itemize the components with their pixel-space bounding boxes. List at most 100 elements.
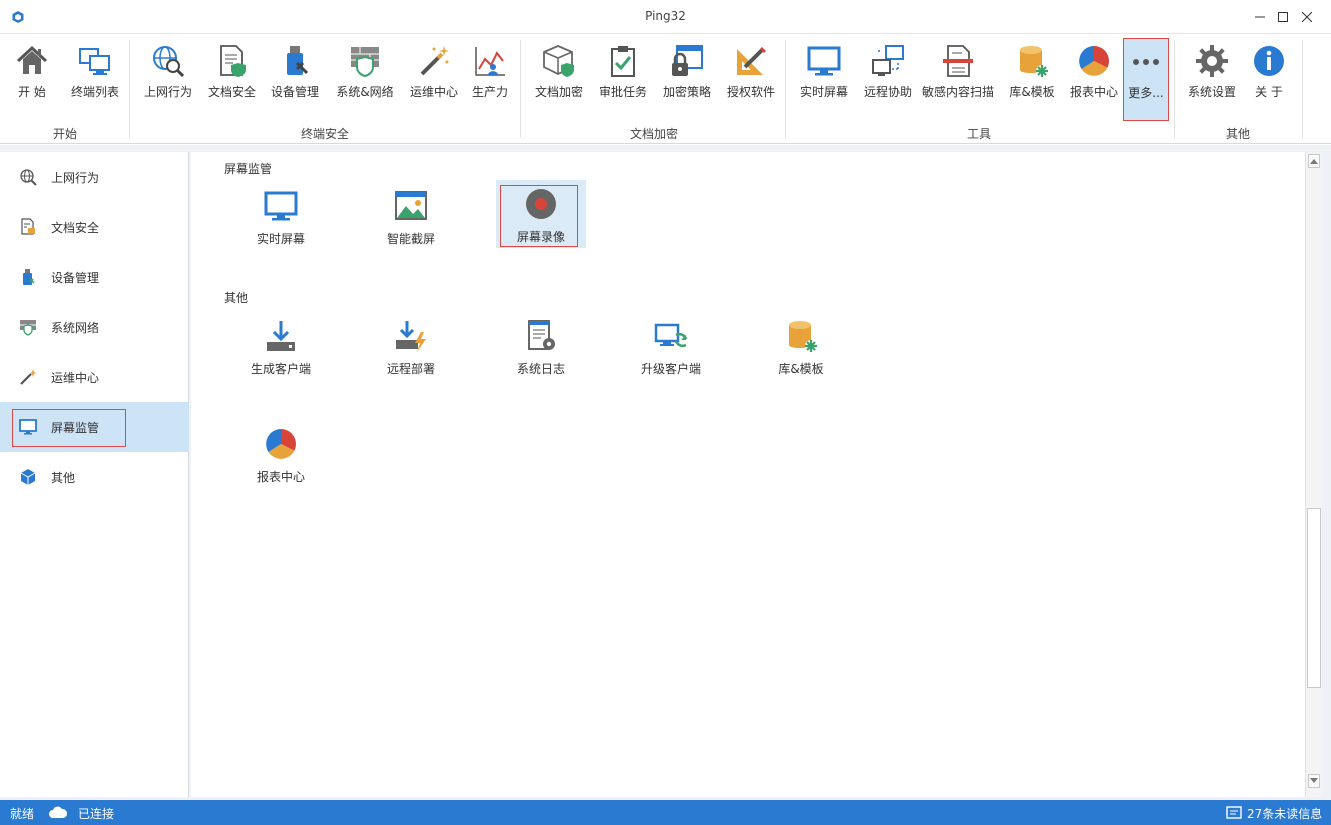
scroll-up-button[interactable] xyxy=(1308,154,1320,168)
globe-search-icon xyxy=(20,169,37,186)
pie-chart-icon xyxy=(266,429,296,459)
ribbon-group-label-doc-encrypt: 文档加密 xyxy=(629,127,678,141)
sidebar-item-screen-monitor[interactable]: 屏幕监管 xyxy=(0,402,189,452)
monitor-icon xyxy=(807,46,841,76)
ribbon-more-button[interactable]: 更多... xyxy=(1123,38,1169,121)
deploy-bolt-icon xyxy=(396,321,426,352)
sidebar-item-system-network[interactable]: 系统网络 xyxy=(0,302,189,352)
ribbon-sensitive-scan-button[interactable]: 敏感内容扫描 xyxy=(918,38,998,122)
tile-report-center[interactable]: 报表中心 xyxy=(236,420,326,490)
ribbon-system-settings-label: 系统设置 xyxy=(1187,85,1236,99)
ribbon-system-settings-button[interactable]: 系统设置 xyxy=(1184,38,1240,122)
tile-generate-client[interactable]: 生成客户端 xyxy=(236,312,326,382)
section-title-other: 其他 xyxy=(224,291,249,305)
sidebar-item-web-behavior[interactable]: 上网行为 xyxy=(0,152,189,202)
sidebar-item-ops-center[interactable]: 运维中心 xyxy=(0,352,189,402)
ribbon-home-label: 开 始 xyxy=(18,85,46,99)
gear-icon xyxy=(1196,45,1228,77)
section-title-screen-monitor: 屏幕监管 xyxy=(224,162,273,176)
productivity-chart-icon xyxy=(475,47,505,76)
sidebar-item-device-mgmt[interactable]: 设备管理 xyxy=(0,252,189,302)
ribbon-web-behavior-button[interactable]: 上网行为 xyxy=(140,38,196,122)
ribbon-remote-assist-button[interactable]: 远程协助 xyxy=(860,38,916,122)
sidebar: 上网行为 文档安全 设备管理 系统网络 运维中心 屏幕监管 其他 xyxy=(0,152,189,797)
monitor-icon xyxy=(264,191,298,221)
tile-library-template[interactable]: 库&模板 xyxy=(756,312,846,382)
tile-realtime-screen[interactable]: 实时屏幕 xyxy=(236,182,326,252)
scroll-down-button[interactable] xyxy=(1308,774,1320,788)
document-shield-icon xyxy=(220,45,246,77)
terminal-list-icon xyxy=(79,48,110,75)
ribbon-productivity-label: 生产力 xyxy=(471,85,508,99)
ribbon-encrypt-policy-label: 加密策略 xyxy=(662,85,711,99)
scroll-thumb[interactable] xyxy=(1307,508,1321,688)
more-dots-icon xyxy=(1133,59,1159,65)
ribbon-doc-encrypt-button[interactable]: 文档加密 xyxy=(531,38,587,122)
ribbon-system-network-button[interactable]: 系统&网络 xyxy=(332,38,398,122)
ribbon-home-button[interactable]: 开 始 xyxy=(8,38,56,122)
vertical-scrollbar[interactable] xyxy=(1305,152,1322,797)
clipboard-check-icon xyxy=(611,46,635,77)
status-connection: 已连接 xyxy=(78,807,115,821)
tile-label: 升级客户端 xyxy=(640,362,701,376)
ribbon-approval-task-button[interactable]: 审批任务 xyxy=(595,38,651,122)
tile-screen-recording[interactable]: 屏幕录像 xyxy=(496,180,586,248)
ribbon-encrypt-policy-button[interactable]: 加密策略 xyxy=(659,38,715,122)
ribbon-group-separator xyxy=(1174,40,1175,138)
usb-device-icon xyxy=(287,46,309,75)
ribbon-about-button[interactable]: 关 于 xyxy=(1244,38,1294,122)
status-bar: 就绪 已连接 27条未读信息 xyxy=(0,800,1331,825)
ribbon-ops-center-button[interactable]: 运维中心 xyxy=(406,38,462,122)
ribbon-group-separator xyxy=(1302,40,1303,138)
ribbon-authorized-software-label: 授权软件 xyxy=(726,85,775,99)
status-unread-messages[interactable]: 27条未读信息 xyxy=(1247,805,1322,822)
remote-assist-icon xyxy=(872,45,904,76)
ribbon-group-label-other: 其他 xyxy=(1225,127,1250,141)
sidebar-item-label: 运维中心 xyxy=(51,370,100,385)
ribbon-group-separator xyxy=(785,40,786,138)
ruler-pencil-icon xyxy=(737,47,766,75)
tile-label: 远程部署 xyxy=(386,362,435,376)
tile-remote-deploy[interactable]: 远程部署 xyxy=(366,312,456,382)
ribbon-library-template-button[interactable]: 库&模板 xyxy=(1004,38,1060,122)
caret-down-icon xyxy=(1310,778,1318,783)
ribbon-remote-assist-label: 远程协助 xyxy=(863,85,912,99)
cube-icon xyxy=(20,469,36,485)
message-icon[interactable] xyxy=(1226,806,1242,819)
firewall-icon xyxy=(20,320,36,336)
globe-search-icon xyxy=(153,46,185,78)
title-bar: Ping32 xyxy=(0,0,1331,34)
database-gear-icon xyxy=(1020,46,1048,77)
home-icon xyxy=(16,45,48,74)
ribbon-authorized-software-button[interactable]: 授权软件 xyxy=(723,38,779,122)
sidebar-item-other[interactable]: 其他 xyxy=(0,452,189,502)
window-title: Ping32 xyxy=(645,9,686,23)
document-scan-icon xyxy=(943,45,973,77)
caret-up-icon xyxy=(1310,159,1318,164)
ribbon-terminal-list-button[interactable]: 终端列表 xyxy=(66,38,124,122)
magic-wand-icon xyxy=(20,369,36,385)
sidebar-item-label: 文档安全 xyxy=(51,220,100,235)
main-content: 屏幕监管 实时屏幕 智能截屏 屏幕录像 其他 生成客户端 远程部署 系统日志 升… xyxy=(191,152,1305,797)
ribbon-doc-security-button[interactable]: 文档安全 xyxy=(204,38,260,122)
tile-label: 实时屏幕 xyxy=(256,232,305,246)
sidebar-item-doc-security[interactable]: 文档安全 xyxy=(0,202,189,252)
close-button[interactable] xyxy=(1284,0,1330,34)
tile-label: 智能截屏 xyxy=(386,232,435,246)
ribbon-ops-center-label: 运维中心 xyxy=(409,85,458,99)
ribbon-report-center-button[interactable]: 报表中心 xyxy=(1066,38,1122,122)
tile-upgrade-client[interactable]: 升级客户端 xyxy=(626,312,716,382)
ribbon-doc-security-label: 文档安全 xyxy=(207,85,256,99)
ribbon-productivity-button[interactable]: 生产力 xyxy=(468,38,512,122)
tile-smart-screenshot[interactable]: 智能截屏 xyxy=(366,182,456,252)
log-gear-icon xyxy=(528,320,555,350)
lock-window-icon xyxy=(672,45,703,76)
ribbon-doc-encrypt-label: 文档加密 xyxy=(534,85,583,99)
ribbon-device-mgmt-button[interactable]: 设备管理 xyxy=(266,38,324,122)
ribbon-group-label-start: 开始 xyxy=(52,127,77,141)
ribbon-realtime-screen-button[interactable]: 实时屏幕 xyxy=(796,38,852,122)
download-tray-icon xyxy=(267,321,295,351)
tile-system-log[interactable]: 系统日志 xyxy=(496,312,586,382)
ribbon-terminal-list-label: 终端列表 xyxy=(70,85,119,99)
cube-shield-icon xyxy=(543,45,574,77)
